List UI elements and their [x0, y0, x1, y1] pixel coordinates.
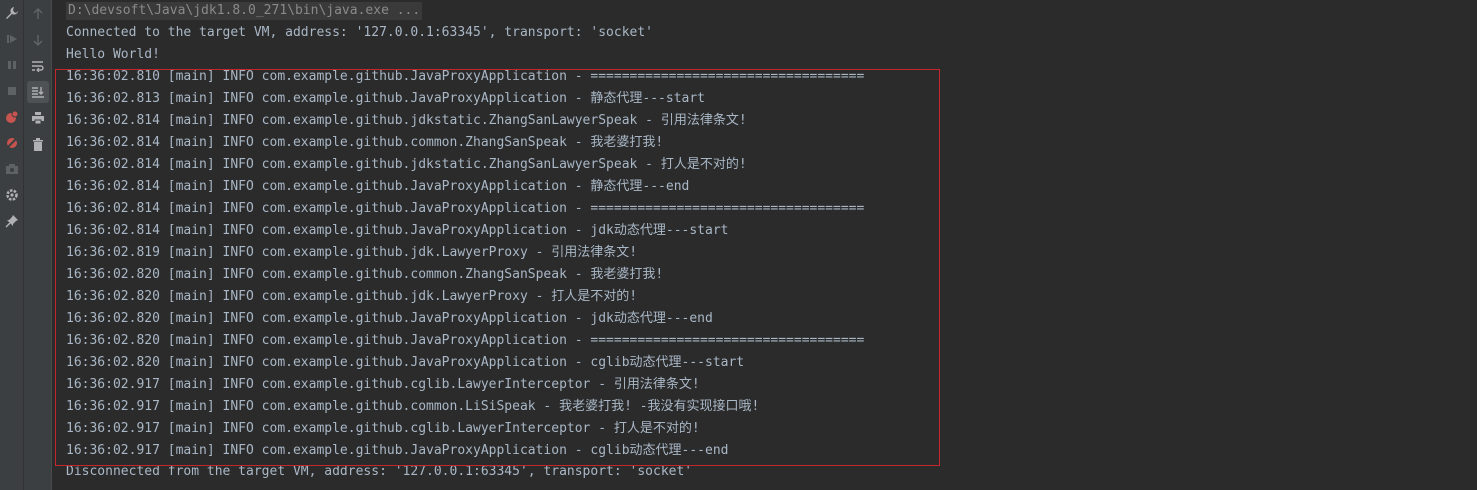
pin-icon[interactable] [1, 210, 23, 232]
log-lines: 16:36:02.810 [main] INFO com.example.git… [66, 66, 1477, 462]
view-breakpoints-icon[interactable] [1, 106, 23, 128]
console-toolbar [24, 0, 52, 490]
log-line: 16:36:02.814 [main] INFO com.example.git… [66, 157, 747, 172]
pause-icon[interactable] [1, 54, 23, 76]
connected-line: Connected to the target VM, address: '12… [66, 25, 653, 40]
command-text[interactable]: D:\devsoft\Java\jdk1.8.0_271\bin\java.ex… [66, 2, 423, 20]
log-line: 16:36:02.820 [main] INFO com.example.git… [66, 311, 713, 326]
log-line: 16:36:02.810 [main] INFO com.example.git… [66, 69, 865, 84]
rerun-icon[interactable] [1, 28, 23, 50]
camera-icon[interactable] [1, 158, 23, 180]
scroll-to-end-icon[interactable] [26, 81, 49, 103]
log-line: 16:36:02.820 [main] INFO com.example.git… [66, 333, 865, 348]
log-line: 16:36:02.820 [main] INFO com.example.git… [66, 289, 638, 304]
debug-side-toolbar [0, 0, 24, 490]
log-line: 16:36:02.820 [main] INFO com.example.git… [66, 355, 745, 370]
arrow-down-icon[interactable] [27, 29, 49, 51]
wrench-icon[interactable] [1, 2, 23, 24]
mute-breakpoints-icon[interactable] [1, 132, 23, 154]
log-line: 16:36:02.917 [main] INFO com.example.git… [66, 421, 700, 436]
log-line: 16:36:02.820 [main] INFO com.example.git… [66, 267, 664, 282]
log-line: 16:36:02.814 [main] INFO com.example.git… [66, 135, 664, 150]
log-line: 16:36:02.814 [main] INFO com.example.git… [66, 223, 729, 238]
stop-icon[interactable] [1, 80, 23, 102]
command-line: D:\devsoft\Java\jdk1.8.0_271\bin\java.ex… [66, 0, 1477, 22]
disconnected-line: Disconnected from the target VM, address… [66, 464, 693, 479]
log-line: 16:36:02.819 [main] INFO com.example.git… [66, 245, 638, 260]
log-line: 16:36:02.814 [main] INFO com.example.git… [66, 179, 690, 194]
hello-line: Hello World! [66, 47, 160, 62]
log-line: 16:36:02.813 [main] INFO com.example.git… [66, 91, 705, 106]
settings-icon[interactable] [1, 184, 23, 206]
log-line: 16:36:02.917 [main] INFO com.example.git… [66, 399, 760, 414]
console-window: D:\devsoft\Java\jdk1.8.0_271\bin\java.ex… [0, 0, 1477, 490]
print-icon[interactable] [27, 107, 49, 129]
console-output[interactable]: D:\devsoft\Java\jdk1.8.0_271\bin\java.ex… [52, 0, 1477, 490]
log-line: 16:36:02.814 [main] INFO com.example.git… [66, 113, 747, 128]
log-line: 16:36:02.917 [main] INFO com.example.git… [66, 377, 700, 392]
trash-icon[interactable] [27, 133, 49, 155]
arrow-up-icon[interactable] [27, 3, 49, 25]
soft-wrap-icon[interactable] [27, 55, 49, 77]
log-line: 16:36:02.814 [main] INFO com.example.git… [66, 201, 865, 216]
log-line: 16:36:02.917 [main] INFO com.example.git… [66, 443, 729, 458]
